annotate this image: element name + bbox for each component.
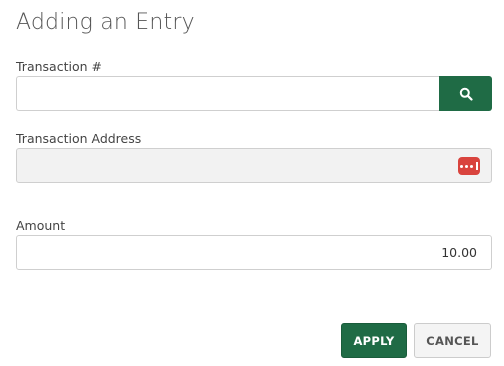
dialog-title: Adding an Entry [16,10,195,35]
transaction-number-label: Transaction # [16,59,102,74]
search-button[interactable] [439,76,492,111]
amount-input[interactable]: 10.00 [16,235,492,270]
cancel-button[interactable]: CANCEL [414,323,491,358]
more-options-icon [460,162,478,170]
search-icon [459,87,473,101]
address-more-button[interactable] [458,157,480,175]
apply-button[interactable]: APPLY [341,323,407,358]
transaction-address-field [16,148,492,183]
transaction-number-input[interactable] [16,76,442,111]
amount-label: Amount [16,218,66,233]
transaction-address-label: Transaction Address [16,131,142,146]
